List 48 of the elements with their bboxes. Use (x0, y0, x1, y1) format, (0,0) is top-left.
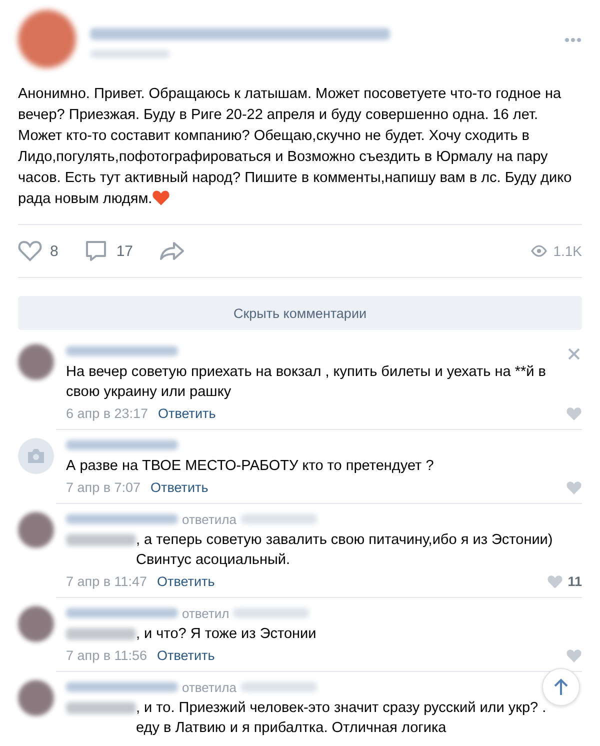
reply-link[interactable]: Ответить (158, 406, 216, 421)
reply-link[interactable]: Ответить (150, 480, 208, 495)
like-button[interactable]: 8 (18, 240, 58, 262)
view-count: 1.1K (531, 243, 582, 259)
heart-icon (566, 648, 582, 662)
comment-text: А разве на ТВОЕ МЕСТО-РАБОТУ кто то претендует ? (66, 457, 435, 476)
reply-link[interactable]: Ответить (157, 648, 215, 663)
comment-like-button[interactable] (566, 480, 582, 494)
comment-text: , и то. Приезжий человек-это значит сразу русский или укр? . еду в Латвию и я прибалтка. Отличная логика (136, 699, 548, 738)
share-button[interactable] (159, 240, 186, 262)
close-icon[interactable] (568, 348, 580, 360)
comment-like-button[interactable] (566, 648, 582, 662)
avatar-photo[interactable] (18, 344, 54, 380)
comment-date: 7 апр в 7:07 (66, 480, 141, 495)
post-text: Анонимно. Привет. Обращаюсь к латышам. Может посоветуете что-то годное на вечер? Приезжая. Буду в Риге 20-22 апреля и буду совершенно одна. 16 лет. Может кто-то составит компанию? Обещаю,скучно не будет. Хочу сходить в Лидо,погулять,пофотографироваться и Возможно съездить в Юрмалу на пару часов. Есть тут активный народ? Пишите в комменты,напишу вам в лс. Буду дико рада новым людям. (18, 85, 573, 209)
comment-text: , а теперь советую завалить свою питачину,ибо я из Эстонии) Свинтус асоциальный. (136, 531, 554, 570)
heart-emoji-icon (152, 190, 170, 206)
comment-date: 7 апр в 11:47 (66, 574, 148, 589)
comment-text: , и что? Я тоже из Эстонии (136, 625, 318, 644)
avatar-placeholder[interactable] (18, 438, 54, 474)
avatar-photo[interactable] (18, 10, 76, 68)
comment-button[interactable]: 17 (84, 240, 134, 262)
share-arrow-icon (159, 240, 186, 262)
reply-verb: ответила (182, 512, 236, 526)
comment-text: На вечер советую приехать на вокзал , купить билеты и уехать на **й в свою украину или рашку (66, 363, 547, 402)
reply-verb: ответил (182, 606, 230, 620)
blurred-mention (66, 702, 136, 714)
blurred-mention (66, 628, 136, 640)
heart-icon (566, 480, 582, 494)
comment-like-button[interactable] (566, 406, 582, 420)
comment-date: 6 апр в 23:17 (66, 406, 148, 421)
reply-link[interactable]: Ответить (157, 574, 215, 589)
hide-comments-button[interactable]: Скрыть комментарии (18, 296, 582, 330)
eye-icon (531, 245, 548, 257)
speech-bubble-icon (84, 240, 108, 262)
heart-icon (566, 406, 582, 420)
comment-like-button[interactable]: 11 (546, 574, 582, 589)
heart-icon (18, 240, 42, 262)
reply-verb: ответила (182, 680, 236, 694)
avatar-photo[interactable] (18, 606, 54, 642)
arrow-up-icon (553, 678, 569, 696)
heart-icon (546, 574, 563, 588)
avatar-photo[interactable] (18, 512, 54, 548)
blurred-mention (66, 534, 136, 546)
avatar-photo[interactable] (18, 680, 54, 716)
more-icon[interactable] (564, 37, 582, 43)
comment-date: 7 апр в 11:56 (66, 648, 148, 663)
scroll-to-top-button[interactable] (542, 668, 580, 706)
